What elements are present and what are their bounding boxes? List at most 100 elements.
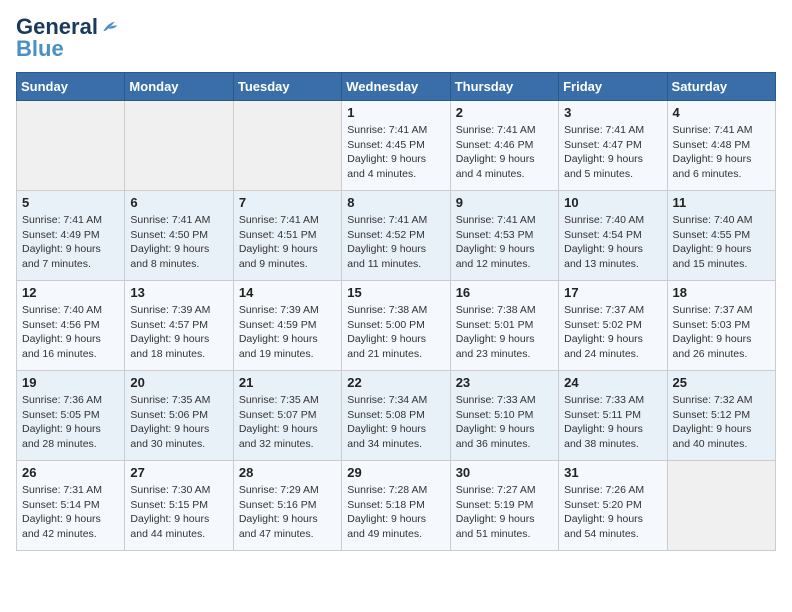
calendar-cell	[17, 101, 125, 191]
calendar-cell: 9Sunrise: 7:41 AM Sunset: 4:53 PM Daylig…	[450, 191, 558, 281]
calendar-cell: 18Sunrise: 7:37 AM Sunset: 5:03 PM Dayli…	[667, 281, 775, 371]
day-number: 28	[239, 465, 336, 480]
calendar-cell: 17 Sunrise: 7:37 AM Sunset: 5:02 PM Dayli…	[559, 281, 667, 371]
day-number: 5	[22, 195, 119, 210]
column-header-monday: Monday	[125, 73, 233, 101]
day-detail: Sunrise: 7:41 AM Sunset: 4:53 PM Dayligh…	[456, 213, 553, 272]
day-number: 13	[130, 285, 227, 300]
day-number: 26	[22, 465, 119, 480]
calendar-cell: 20 Sunrise: 7:35 AM Sunset: 5:06 PM Dayli…	[125, 371, 233, 461]
calendar-week-1: 1 Sunrise: 7:41 AM Sunset: 4:45 PM Daylig…	[17, 101, 776, 191]
day-detail: Sunrise: 7:41 AM Sunset: 4:51 PM Dayligh…	[239, 213, 336, 272]
day-detail: Sunrise: 7:40 AM Sunset: 4:56 PM Dayligh…	[22, 303, 119, 362]
day-number: 12	[22, 285, 119, 300]
calendar-cell: 12 Sunrise: 7:40 AM Sunset: 4:56 PM Dayli…	[17, 281, 125, 371]
day-detail: Sunrise: 7:41 AM Sunset: 4:49 PM Dayligh…	[22, 213, 119, 272]
day-number: 29	[347, 465, 444, 480]
day-number: 3	[564, 105, 661, 120]
calendar-cell: 26Sunrise: 7:31 AM Sunset: 5:14 PM Dayli…	[17, 461, 125, 551]
day-detail: Sunrise: 7:37 AM Sunset: 5:02 PM Dayligh…	[564, 303, 661, 362]
calendar-cell	[233, 101, 341, 191]
day-detail: Sunrise: 7:41 AM Sunset: 4:47 PM Dayligh…	[564, 123, 661, 182]
day-detail: Sunrise: 7:32 AM Sunset: 5:12 PM Dayligh…	[673, 393, 770, 452]
day-number: 4	[673, 105, 770, 120]
logo-blue-text: Blue	[16, 38, 120, 60]
day-detail: Sunrise: 7:38 AM Sunset: 5:00 PM Dayligh…	[347, 303, 444, 362]
day-number: 2	[456, 105, 553, 120]
calendar-cell: 11 Sunrise: 7:40 AM Sunset: 4:55 PM Dayli…	[667, 191, 775, 281]
column-header-friday: Friday	[559, 73, 667, 101]
day-number: 11	[673, 195, 770, 210]
calendar-cell: 3 Sunrise: 7:41 AM Sunset: 4:47 PM Daylig…	[559, 101, 667, 191]
day-number: 17	[564, 285, 661, 300]
header-row: SundayMondayTuesdayWednesdayThursdayFrid…	[17, 73, 776, 101]
calendar-cell: 6Sunrise: 7:41 AM Sunset: 4:50 PM Daylig…	[125, 191, 233, 281]
day-number: 7	[239, 195, 336, 210]
day-number: 25	[673, 375, 770, 390]
calendar-cell: 24 Sunrise: 7:33 AM Sunset: 5:11 PM Dayli…	[559, 371, 667, 461]
day-detail: Sunrise: 7:29 AM Sunset: 5:16 PM Dayligh…	[239, 483, 336, 542]
calendar-cell: 23Sunrise: 7:33 AM Sunset: 5:10 PM Dayli…	[450, 371, 558, 461]
day-detail: Sunrise: 7:26 AM Sunset: 5:20 PM Dayligh…	[564, 483, 661, 542]
day-detail: Sunrise: 7:30 AM Sunset: 5:15 PM Dayligh…	[130, 483, 227, 542]
column-header-sunday: Sunday	[17, 73, 125, 101]
day-detail: Sunrise: 7:37 AM Sunset: 5:03 PM Dayligh…	[673, 303, 770, 362]
calendar-cell: 5 Sunrise: 7:41 AM Sunset: 4:49 PM Daylig…	[17, 191, 125, 281]
calendar-cell	[667, 461, 775, 551]
calendar-cell: 31 Sunrise: 7:26 AM Sunset: 5:20 PM Dayli…	[559, 461, 667, 551]
day-number: 20	[130, 375, 227, 390]
logo-bird-icon	[100, 17, 120, 37]
day-detail: Sunrise: 7:35 AM Sunset: 5:06 PM Dayligh…	[130, 393, 227, 452]
calendar-cell: 4Sunrise: 7:41 AM Sunset: 4:48 PM Daylig…	[667, 101, 775, 191]
calendar-cell: 14 Sunrise: 7:39 AM Sunset: 4:59 PM Dayli…	[233, 281, 341, 371]
calendar-cell: 21 Sunrise: 7:35 AM Sunset: 5:07 PM Dayli…	[233, 371, 341, 461]
calendar-cell: 7 Sunrise: 7:41 AM Sunset: 4:51 PM Daylig…	[233, 191, 341, 281]
day-detail: Sunrise: 7:41 AM Sunset: 4:50 PM Dayligh…	[130, 213, 227, 272]
day-number: 19	[22, 375, 119, 390]
day-number: 31	[564, 465, 661, 480]
day-number: 1	[347, 105, 444, 120]
day-detail: Sunrise: 7:41 AM Sunset: 4:52 PM Dayligh…	[347, 213, 444, 272]
column-header-wednesday: Wednesday	[342, 73, 450, 101]
day-detail: Sunrise: 7:39 AM Sunset: 4:59 PM Dayligh…	[239, 303, 336, 362]
calendar-cell: 28 Sunrise: 7:29 AM Sunset: 5:16 PM Dayli…	[233, 461, 341, 551]
calendar-table: SundayMondayTuesdayWednesdayThursdayFrid…	[16, 72, 776, 551]
day-number: 10	[564, 195, 661, 210]
day-detail: Sunrise: 7:27 AM Sunset: 5:19 PM Dayligh…	[456, 483, 553, 542]
day-detail: Sunrise: 7:33 AM Sunset: 5:11 PM Dayligh…	[564, 393, 661, 452]
calendar-cell: 30Sunrise: 7:27 AM Sunset: 5:19 PM Dayli…	[450, 461, 558, 551]
day-detail: Sunrise: 7:40 AM Sunset: 4:54 PM Dayligh…	[564, 213, 661, 272]
day-detail: Sunrise: 7:35 AM Sunset: 5:07 PM Dayligh…	[239, 393, 336, 452]
calendar-week-2: 5 Sunrise: 7:41 AM Sunset: 4:49 PM Daylig…	[17, 191, 776, 281]
page-header: General Blue	[16, 16, 776, 60]
day-detail: Sunrise: 7:34 AM Sunset: 5:08 PM Dayligh…	[347, 393, 444, 452]
day-number: 16	[456, 285, 553, 300]
day-detail: Sunrise: 7:41 AM Sunset: 4:45 PM Dayligh…	[347, 123, 444, 182]
column-header-tuesday: Tuesday	[233, 73, 341, 101]
calendar-cell: 15Sunrise: 7:38 AM Sunset: 5:00 PM Dayli…	[342, 281, 450, 371]
day-number: 14	[239, 285, 336, 300]
logo-text: General	[16, 16, 98, 38]
calendar-cell: 22 Sunrise: 7:34 AM Sunset: 5:08 PM Dayli…	[342, 371, 450, 461]
calendar-week-3: 12 Sunrise: 7:40 AM Sunset: 4:56 PM Dayli…	[17, 281, 776, 371]
calendar-cell: 13 Sunrise: 7:39 AM Sunset: 4:57 PM Dayli…	[125, 281, 233, 371]
calendar-cell: 27Sunrise: 7:30 AM Sunset: 5:15 PM Dayli…	[125, 461, 233, 551]
calendar-cell: 1 Sunrise: 7:41 AM Sunset: 4:45 PM Daylig…	[342, 101, 450, 191]
day-number: 22	[347, 375, 444, 390]
calendar-week-5: 26Sunrise: 7:31 AM Sunset: 5:14 PM Dayli…	[17, 461, 776, 551]
column-header-thursday: Thursday	[450, 73, 558, 101]
calendar-cell: 25 Sunrise: 7:32 AM Sunset: 5:12 PM Dayli…	[667, 371, 775, 461]
calendar-cell: 8 Sunrise: 7:41 AM Sunset: 4:52 PM Daylig…	[342, 191, 450, 281]
day-number: 21	[239, 375, 336, 390]
day-detail: Sunrise: 7:40 AM Sunset: 4:55 PM Dayligh…	[673, 213, 770, 272]
day-detail: Sunrise: 7:39 AM Sunset: 4:57 PM Dayligh…	[130, 303, 227, 362]
day-number: 8	[347, 195, 444, 210]
calendar-cell: 2Sunrise: 7:41 AM Sunset: 4:46 PM Daylig…	[450, 101, 558, 191]
calendar-cell: 10 Sunrise: 7:40 AM Sunset: 4:54 PM Dayli…	[559, 191, 667, 281]
logo: General Blue	[16, 16, 120, 60]
calendar-cell: 16Sunrise: 7:38 AM Sunset: 5:01 PM Dayli…	[450, 281, 558, 371]
day-detail: Sunrise: 7:36 AM Sunset: 5:05 PM Dayligh…	[22, 393, 119, 452]
day-detail: Sunrise: 7:28 AM Sunset: 5:18 PM Dayligh…	[347, 483, 444, 542]
day-number: 24	[564, 375, 661, 390]
calendar-cell: 19 Sunrise: 7:36 AM Sunset: 5:05 PM Dayli…	[17, 371, 125, 461]
